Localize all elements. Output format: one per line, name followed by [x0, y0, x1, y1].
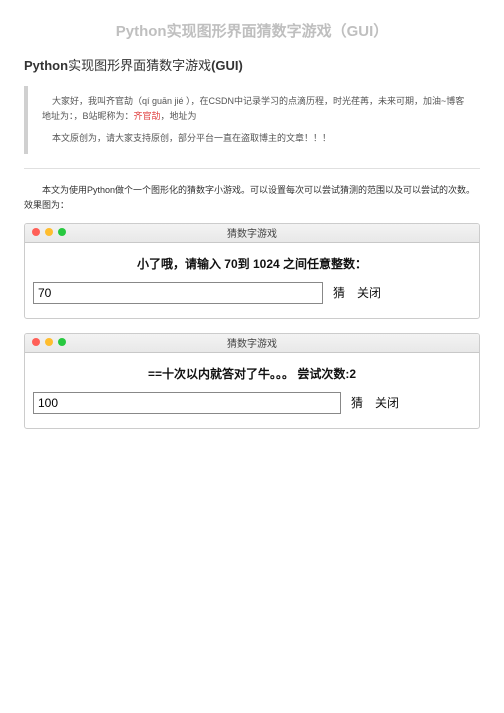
subtitle-bold: Python	[24, 58, 68, 73]
quote-text-1b: ，地址为	[161, 111, 197, 121]
quote-text-1a: 大家好，我叫齐官劼（qí guān jié ），在CSDN中记录学习的点滴历程，…	[42, 96, 464, 121]
subtitle-paren: (GUI)	[211, 58, 243, 73]
blockquote: 大家好，我叫齐官劼（qí guān jié ），在CSDN中记录学习的点滴历程，…	[24, 86, 480, 154]
window-title: 猜数字游戏	[227, 225, 277, 240]
page-subtitle: Python实现图形界面猜数字游戏(GUI)	[24, 55, 480, 74]
page-title: Python实现图形界面猜数字游戏（GUI）	[24, 20, 480, 41]
quote-red: 齐官劼	[134, 111, 161, 121]
screenshot-1: 猜数字游戏 小了哦，请输入 70到 1024 之间任意整数： 猜 关闭	[24, 223, 480, 319]
guess-input[interactable]	[33, 392, 341, 414]
guess-button[interactable]: 猜	[331, 284, 347, 301]
maximize-icon[interactable]	[58, 228, 66, 236]
prompt-text: ==十次以内就答对了牛。。。 尝试次数:2	[33, 365, 471, 382]
close-button[interactable]: 关闭	[355, 284, 383, 301]
window-controls	[32, 228, 66, 236]
guess-input[interactable]	[33, 282, 323, 304]
intro-line-1: 本文为使用Python做个一个图形化的猜数字小游戏。可以设置每次可以尝试猜测的范…	[24, 183, 480, 196]
window-titlebar: 猜数字游戏	[25, 334, 479, 353]
window-title: 猜数字游戏	[227, 335, 277, 350]
close-icon[interactable]	[32, 228, 40, 236]
window-titlebar: 猜数字游戏	[25, 224, 479, 243]
window-controls	[32, 338, 66, 346]
close-button[interactable]: 关闭	[373, 394, 401, 411]
close-icon[interactable]	[32, 338, 40, 346]
minimize-icon[interactable]	[45, 338, 53, 346]
prompt-text: 小了哦，请输入 70到 1024 之间任意整数：	[33, 255, 471, 272]
minimize-icon[interactable]	[45, 228, 53, 236]
guess-button[interactable]: 猜	[349, 394, 365, 411]
intro-line-2: 效果图为：	[24, 198, 480, 211]
divider	[24, 168, 480, 169]
maximize-icon[interactable]	[58, 338, 66, 346]
screenshot-2: 猜数字游戏 ==十次以内就答对了牛。。。 尝试次数:2 猜 关闭	[24, 333, 480, 429]
subtitle-rest: 实现图形界面猜数字游戏	[68, 58, 211, 73]
quote-text-2: 本文原创为，请大家支持原创，部分平台一直在盗取博主的文章！！！	[52, 133, 331, 143]
